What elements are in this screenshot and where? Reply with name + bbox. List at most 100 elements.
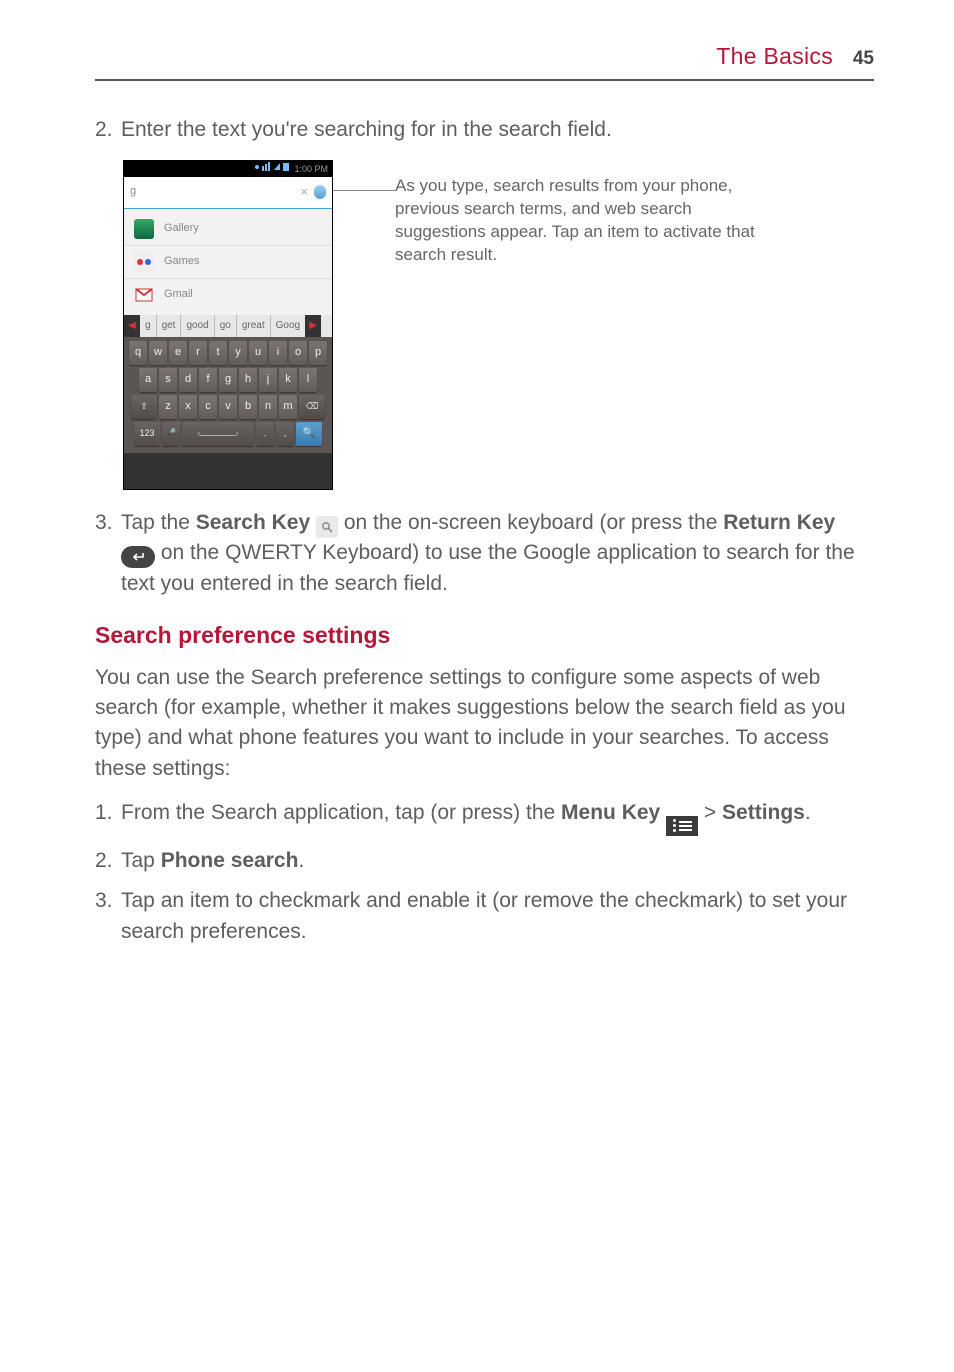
status-bar: 1:00 PM: [124, 161, 332, 177]
prediction-good[interactable]: good: [181, 315, 214, 337]
step-3-c: on the on-screen keyboard (or press the: [344, 511, 723, 534]
callout-leader-line: [333, 190, 395, 191]
search-pref-heading: Search preference settings: [95, 619, 874, 652]
key-delete[interactable]: ⌫: [299, 395, 325, 419]
pred-right-arrow[interactable]: ▶: [305, 315, 321, 337]
step-2-number: 2.: [95, 115, 121, 145]
key-search[interactable]: 🔍: [296, 422, 322, 446]
prediction-g[interactable]: g: [140, 315, 157, 337]
suggestion-list: Gallery Games Gmail: [124, 209, 332, 315]
page-header: The Basics 45: [95, 40, 874, 81]
kb-row-1: q w e r t y u i o p: [126, 341, 330, 365]
key-g[interactable]: g: [219, 368, 237, 392]
key-x[interactable]: x: [179, 395, 197, 419]
gmail-icon: [134, 285, 154, 305]
key-symbols[interactable]: 123: [134, 422, 160, 446]
key-q[interactable]: q: [129, 341, 147, 365]
figure-row: 1:00 PM g × Gallery Games Gmail: [123, 160, 874, 490]
s2-a: Tap: [121, 849, 161, 872]
key-z[interactable]: z: [159, 395, 177, 419]
kb-row-4: 123 🎤 . , 🔍: [126, 422, 330, 446]
suggestion-gallery[interactable]: Gallery: [124, 213, 332, 246]
key-t[interactable]: t: [209, 341, 227, 365]
return-key-label: Return Key: [723, 511, 835, 534]
step-3: 3. Tap the Search Key on the on-screen k…: [95, 508, 874, 599]
key-l[interactable]: l: [299, 368, 317, 392]
step-2-text: Enter the text you're searching for in t…: [121, 115, 874, 145]
key-e[interactable]: e: [169, 341, 187, 365]
callout-text: As you type, search results from your ph…: [395, 175, 785, 267]
prediction-go[interactable]: go: [215, 315, 237, 337]
key-u[interactable]: u: [249, 341, 267, 365]
search-key-label: Search Key: [196, 511, 310, 534]
key-n[interactable]: n: [259, 395, 277, 419]
pref-step-1-text: From the Search application, tap (or pre…: [121, 798, 874, 836]
s1-a: From the Search application, tap (or pre…: [121, 801, 561, 824]
prediction-goog[interactable]: Goog: [271, 315, 305, 337]
key-y[interactable]: y: [229, 341, 247, 365]
step-3-text: Tap the Search Key on the on-screen keyb…: [121, 508, 874, 599]
key-d[interactable]: d: [179, 368, 197, 392]
search-bar[interactable]: g ×: [124, 177, 332, 209]
key-mic[interactable]: 🎤: [162, 422, 180, 446]
page-number: 45: [853, 48, 874, 69]
key-m[interactable]: m: [279, 395, 297, 419]
key-o[interactable]: o: [289, 341, 307, 365]
key-h[interactable]: h: [239, 368, 257, 392]
suggestion-gmail[interactable]: Gmail: [124, 279, 332, 311]
menu-key-label: Menu Key: [561, 801, 660, 824]
key-s[interactable]: s: [159, 368, 177, 392]
pref-step-3-number: 3.: [95, 886, 121, 947]
status-time: 1:00 PM: [294, 164, 328, 174]
key-p[interactable]: p: [309, 341, 327, 365]
menu-key-icon: [666, 816, 698, 836]
settings-label: Settings: [722, 801, 805, 824]
prediction-get[interactable]: get: [157, 315, 182, 337]
prediction-great[interactable]: great: [237, 315, 271, 337]
key-c[interactable]: c: [199, 395, 217, 419]
key-j[interactable]: j: [259, 368, 277, 392]
suggestion-label: Gmail: [164, 287, 193, 303]
key-b[interactable]: b: [239, 395, 257, 419]
key-w[interactable]: w: [149, 341, 167, 365]
signal-icons: [254, 161, 292, 177]
clear-icon[interactable]: ×: [300, 183, 308, 202]
phone-screenshot: 1:00 PM g × Gallery Games Gmail: [123, 160, 333, 490]
suggestion-games[interactable]: Games: [124, 246, 332, 279]
suggestion-label: Gallery: [164, 221, 199, 237]
step-3-number: 3.: [95, 508, 121, 599]
search-pref-paragraph: You can use the Search preference settin…: [95, 663, 874, 785]
pref-step-1-number: 1.: [95, 798, 121, 836]
kb-row-2: a s d f g h j k l: [126, 368, 330, 392]
key-shift[interactable]: ⇧: [131, 395, 157, 419]
keyboard: q w e r t y u i o p a s d f g h j k l: [124, 337, 332, 453]
key-dot[interactable]: .: [256, 422, 274, 446]
pref-step-1: 1. From the Search application, tap (or …: [95, 798, 874, 836]
key-r[interactable]: r: [189, 341, 207, 365]
step-3-a: Tap the: [121, 511, 196, 534]
key-i[interactable]: i: [269, 341, 287, 365]
step-2: 2. Enter the text you're searching for i…: [95, 115, 874, 145]
search-input-text[interactable]: g: [130, 184, 300, 200]
search-key-icon: [316, 516, 338, 538]
key-v[interactable]: v: [219, 395, 237, 419]
key-f[interactable]: f: [199, 368, 217, 392]
phone-search-label: Phone search: [161, 849, 299, 872]
key-k[interactable]: k: [279, 368, 297, 392]
pref-step-3-text: Tap an item to checkmark and enable it (…: [121, 886, 874, 947]
key-a[interactable]: a: [139, 368, 157, 392]
key-comma[interactable]: ,: [276, 422, 294, 446]
games-icon: [134, 252, 154, 272]
s2-c: .: [298, 849, 304, 872]
header-title: The Basics: [716, 43, 833, 69]
mic-icon[interactable]: [314, 185, 326, 199]
pred-left-arrow[interactable]: ◀: [124, 315, 140, 337]
key-space[interactable]: [182, 422, 254, 446]
s1-c: >: [698, 801, 722, 824]
kb-row-3: ⇧ z x c v b n m ⌫: [126, 395, 330, 419]
pref-step-2-number: 2.: [95, 846, 121, 876]
prediction-row: ◀ g get good go great Goog ▶: [124, 315, 332, 337]
return-key-icon: [121, 546, 155, 568]
suggestion-label: Games: [164, 254, 199, 270]
pref-step-2-text: Tap Phone search.: [121, 846, 874, 876]
